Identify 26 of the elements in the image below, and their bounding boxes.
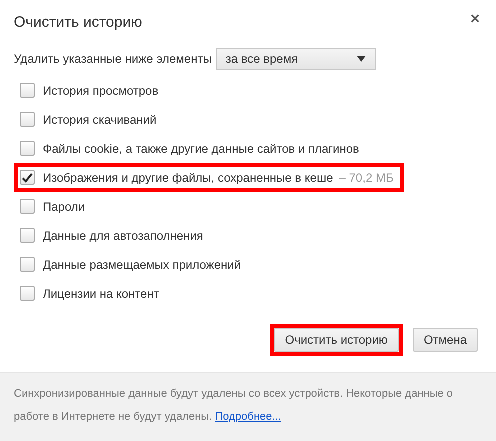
- checkbox-label: История просмотров: [43, 84, 159, 98]
- dropdown-arrow-icon: [356, 56, 366, 62]
- more-link[interactable]: Подробнее...: [215, 411, 282, 423]
- checkbox-label: Пароли: [43, 200, 86, 214]
- clear-history-button[interactable]: Очистить историю: [274, 328, 399, 352]
- checkbox[interactable]: [20, 286, 35, 301]
- checkbox[interactable]: [20, 257, 35, 272]
- checkbox-label: Лицензии на контент: [43, 286, 160, 300]
- checkbox[interactable]: [20, 112, 35, 127]
- checkbox[interactable]: [20, 199, 35, 214]
- checkbox-label: История скачиваний: [43, 112, 157, 126]
- checkbox[interactable]: [20, 170, 35, 185]
- checkbox-label: Данные для автозаполнения: [43, 228, 204, 242]
- range-label: Удалить указанные ниже элементы: [14, 52, 212, 66]
- cancel-button[interactable]: Отмена: [412, 328, 478, 352]
- checkbox-label: Файлы cookie, а также другие данные сайтов и плагинов: [43, 142, 360, 156]
- close-button[interactable]: ×: [468, 12, 482, 28]
- dialog-title: Очистить историю: [14, 14, 142, 31]
- checkbox[interactable]: [20, 228, 35, 243]
- cache-size: – 70,2 МБ: [339, 170, 394, 184]
- checkbox[interactable]: [20, 141, 35, 156]
- checkbox-label: Данные размещаемых приложений: [43, 258, 242, 272]
- checkbox[interactable]: [20, 83, 35, 98]
- checkbox-label: Изображения и другие файлы, сохраненные в кеше: [43, 170, 334, 184]
- footer-text: Синхронизированные данные будут удалены со всех устройств. Некоторые данные о работе в Интернете не будут удалены. Подробнее...: [14, 387, 454, 425]
- time-range-dropdown[interactable]: за все время: [216, 48, 376, 70]
